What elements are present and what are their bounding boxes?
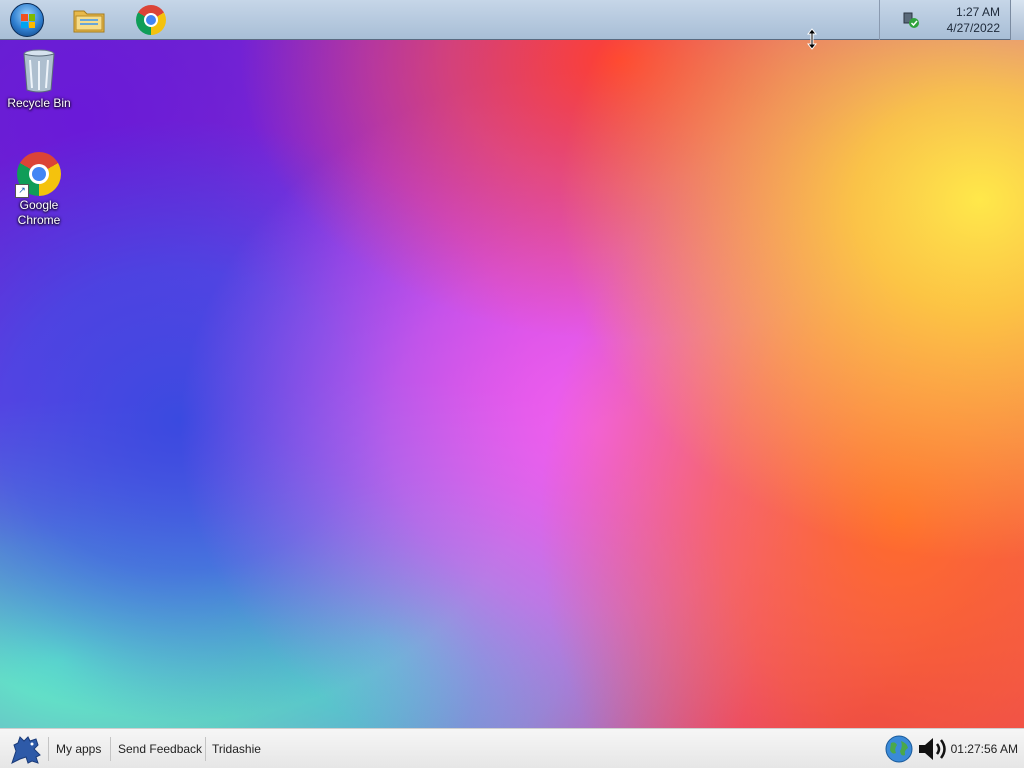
desktop-icon-label: Recycle Bin — [7, 96, 71, 110]
my-apps-link[interactable]: My apps — [50, 729, 107, 769]
file-explorer-button[interactable] — [67, 2, 111, 38]
chrome-taskbar-button[interactable] — [129, 2, 173, 38]
show-desktop-button[interactable] — [1010, 0, 1024, 40]
windows-start-orb-icon — [10, 3, 44, 37]
speaker-icon[interactable] — [917, 735, 951, 763]
start-button[interactable] — [5, 2, 49, 38]
globe-icon[interactable] — [885, 735, 913, 763]
tridashie-link[interactable]: Tridashie — [206, 729, 267, 769]
dinosaur-icon[interactable] — [8, 733, 44, 765]
resize-cursor-icon — [807, 28, 817, 50]
recycle-bin-icon — [23, 49, 55, 93]
send-feedback-link[interactable]: Send Feedback — [112, 729, 208, 769]
tray-clock-date[interactable]: 4/27/2022 — [947, 21, 1000, 35]
bottom-bar: My apps Send Feedback Tridashie 01:27:56… — [0, 728, 1024, 768]
chrome-icon — [136, 5, 166, 35]
system-tray: 1:27 AM 4/27/2022 — [879, 0, 1010, 40]
shortcut-arrow-icon: ↗ — [15, 184, 29, 198]
network-icon[interactable] — [902, 11, 920, 29]
tray-clock-time[interactable]: 1:27 AM — [956, 5, 1000, 19]
folder-icon — [73, 10, 105, 33]
bottom-clock: 01:27:56 AM — [950, 742, 1018, 756]
desktop-wallpaper — [0, 0, 1024, 768]
top-taskbar: 1:27 AM 4/27/2022 — [0, 0, 1024, 40]
desktop-icon-recycle-bin[interactable]: Recycle Bin — [1, 48, 77, 111]
desktop-icon-label: Google Chrome — [17, 198, 61, 227]
desktop-icon-google-chrome[interactable]: ↗ Google Chrome — [1, 152, 77, 228]
